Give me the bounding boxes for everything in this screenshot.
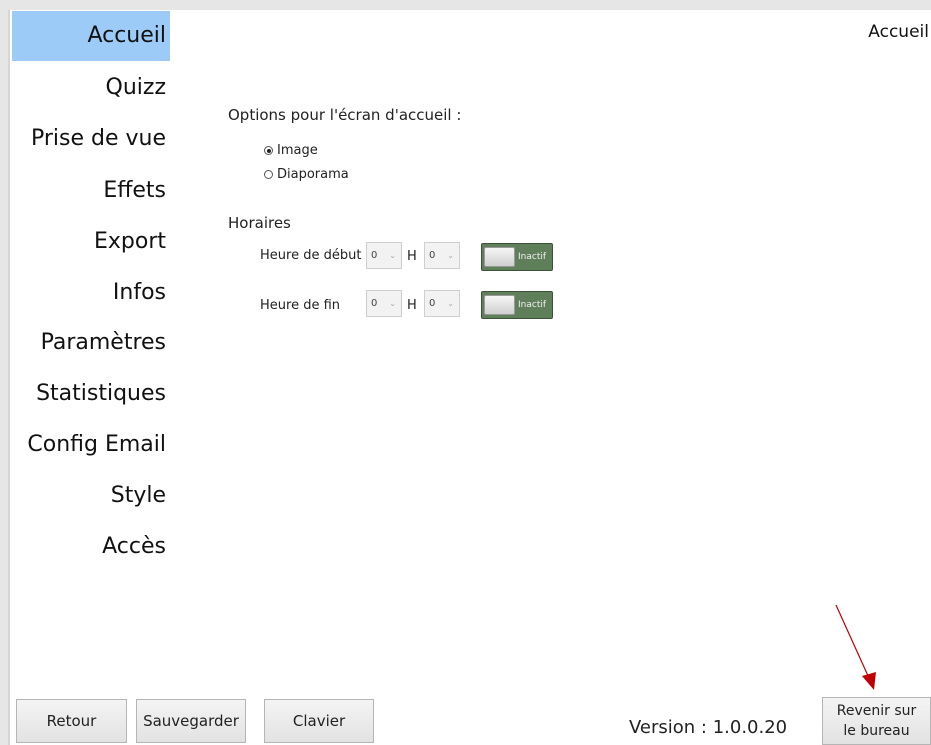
- schedule-title: Horaires: [228, 214, 291, 232]
- keyboard-button[interactable]: Clavier: [264, 699, 374, 743]
- sidebar-item-prise-de-vue[interactable]: Prise de vue: [12, 114, 170, 164]
- start-toggle-state: Inactif: [518, 252, 547, 262]
- chevron-down-icon: ⌄: [447, 299, 454, 308]
- end-time-separator: H: [407, 298, 417, 313]
- end-time-label: Heure de fin: [260, 298, 341, 313]
- sidebar-item-parametres[interactable]: Paramètres: [12, 318, 170, 368]
- sidebar-item-quizz[interactable]: Quizz: [12, 63, 170, 113]
- radio-image[interactable]: Image: [264, 143, 318, 158]
- sidebar-item-infos[interactable]: Infos: [12, 268, 170, 318]
- sidebar-item-statistiques[interactable]: Statistiques: [12, 369, 170, 419]
- chevron-down-icon: ⌄: [447, 251, 454, 260]
- end-minute-value: 0: [429, 298, 436, 309]
- radio-unchecked-icon: [264, 170, 273, 179]
- chevron-down-icon: ⌄: [389, 251, 396, 260]
- sidebar-item-accueil[interactable]: Accueil: [12, 11, 170, 61]
- start-hour-value: 0: [371, 250, 378, 261]
- chevron-down-icon: ⌄: [389, 299, 396, 308]
- app-window: Accueil Quizz Prise de vue Effets Export…: [10, 10, 931, 745]
- radio-checked-icon: [264, 146, 273, 155]
- back-button[interactable]: Retour: [16, 699, 127, 743]
- sidebar-item-style[interactable]: Style: [12, 471, 170, 521]
- sidebar-item-config-email[interactable]: Config Email: [12, 420, 170, 470]
- page-title: Accueil: [868, 22, 929, 42]
- start-minute-stepper[interactable]: 0 ⌄: [424, 242, 460, 269]
- home-options-title: Options pour l'écran d'accueil :: [228, 106, 462, 124]
- start-time-separator: H: [407, 249, 417, 264]
- start-minute-value: 0: [429, 250, 436, 261]
- save-button[interactable]: Sauvegarder: [136, 699, 246, 743]
- return-to-desktop-button[interactable]: Revenir sur le bureau: [822, 697, 931, 745]
- sidebar-item-acces[interactable]: Accès: [12, 522, 170, 572]
- radio-diaporama[interactable]: Diaporama: [264, 167, 349, 182]
- sidebar-item-export[interactable]: Export: [12, 217, 170, 267]
- return-to-desktop-line2: le bureau: [843, 723, 910, 739]
- end-toggle-state: Inactif: [518, 300, 547, 310]
- start-time-label: Heure de début: [260, 248, 362, 263]
- sidebar-item-effets[interactable]: Effets: [12, 166, 170, 216]
- start-time-toggle[interactable]: Inactif: [481, 243, 553, 271]
- version-label: Version : 1.0.0.20: [629, 717, 788, 738]
- toggle-knob: [484, 295, 515, 315]
- end-time-toggle[interactable]: Inactif: [481, 291, 553, 319]
- end-hour-value: 0: [371, 298, 378, 309]
- end-hour-stepper[interactable]: 0 ⌄: [366, 290, 402, 317]
- toggle-knob: [484, 247, 515, 267]
- end-minute-stepper[interactable]: 0 ⌄: [424, 290, 460, 317]
- radio-image-label: Image: [277, 143, 318, 158]
- start-hour-stepper[interactable]: 0 ⌄: [366, 242, 402, 269]
- radio-diaporama-label: Diaporama: [277, 167, 349, 182]
- return-to-desktop-line1: Revenir sur: [836, 703, 917, 719]
